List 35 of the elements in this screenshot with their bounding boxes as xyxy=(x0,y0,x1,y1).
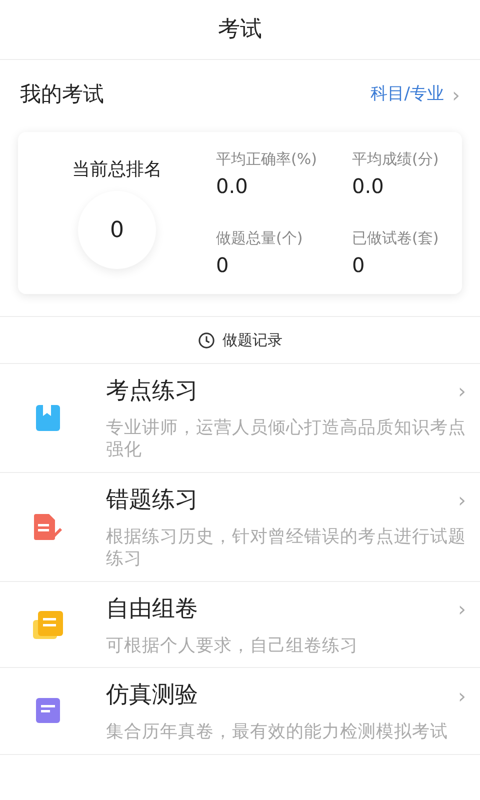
subject-link[interactable]: 科目/专业 › xyxy=(370,80,460,110)
item-description: 集合历年真卷，最有效的能力检测模拟考试 xyxy=(106,720,449,744)
rank-circle: 0 xyxy=(78,191,156,269)
item-title: 考点练习 xyxy=(106,377,198,406)
section-title: 我的考试 xyxy=(20,81,104,108)
stat-label: 已做试卷(套) xyxy=(352,228,440,249)
stat-value: 0.0 xyxy=(216,172,249,200)
chevron-icon: › xyxy=(458,376,474,406)
edit-icon xyxy=(33,513,63,541)
stat-value: 0.0 xyxy=(352,172,385,200)
page-title: 考试 xyxy=(218,16,262,44)
bookmark-icon xyxy=(35,404,61,432)
practice-item[interactable]: 仿真测验 › 集合历年真卷，最有效的能力检测模拟考试 xyxy=(0,668,480,754)
item-description: 可根据个人要求，自己组卷练习 xyxy=(106,634,359,658)
practice-item[interactable]: 考点练习 › 专业讲师，运营人员倾心打造高品质知识考点强化 xyxy=(0,364,480,473)
item-description: 专业讲师，运营人员倾心打造高品质知识考点强化 xyxy=(106,416,467,462)
clock-icon xyxy=(198,332,214,348)
stat-value: 0 xyxy=(216,252,230,278)
record-link[interactable]: 做题记录 xyxy=(0,316,480,364)
document-icon xyxy=(35,697,61,724)
stat-label: 平均正确率(%) xyxy=(216,149,318,170)
rank-label: 当前总排名 xyxy=(72,158,162,182)
chevron-icon: › xyxy=(458,485,474,516)
item-title: 错题练习 xyxy=(106,486,198,515)
practice-item[interactable]: 自由组卷 › 可根据个人要求，自己组卷练习 xyxy=(0,582,480,668)
stat-value: 0 xyxy=(352,252,366,278)
chevron-icon: › xyxy=(458,680,474,710)
practice-item[interactable]: 错题练习 › 根据练习历史，针对曾经错误的考点进行试题练习 xyxy=(0,473,480,582)
item-title: 自由组卷 xyxy=(106,595,198,624)
document-icon xyxy=(32,610,64,640)
item-description: 根据练习历史，针对曾经错误的考点进行试题练习 xyxy=(106,526,467,571)
chevron-icon: › xyxy=(458,594,474,624)
stat-label: 做题总量(个) xyxy=(216,228,304,249)
stat-label: 平均成绩(分) xyxy=(352,149,440,170)
item-title: 仿真测验 xyxy=(106,681,198,710)
